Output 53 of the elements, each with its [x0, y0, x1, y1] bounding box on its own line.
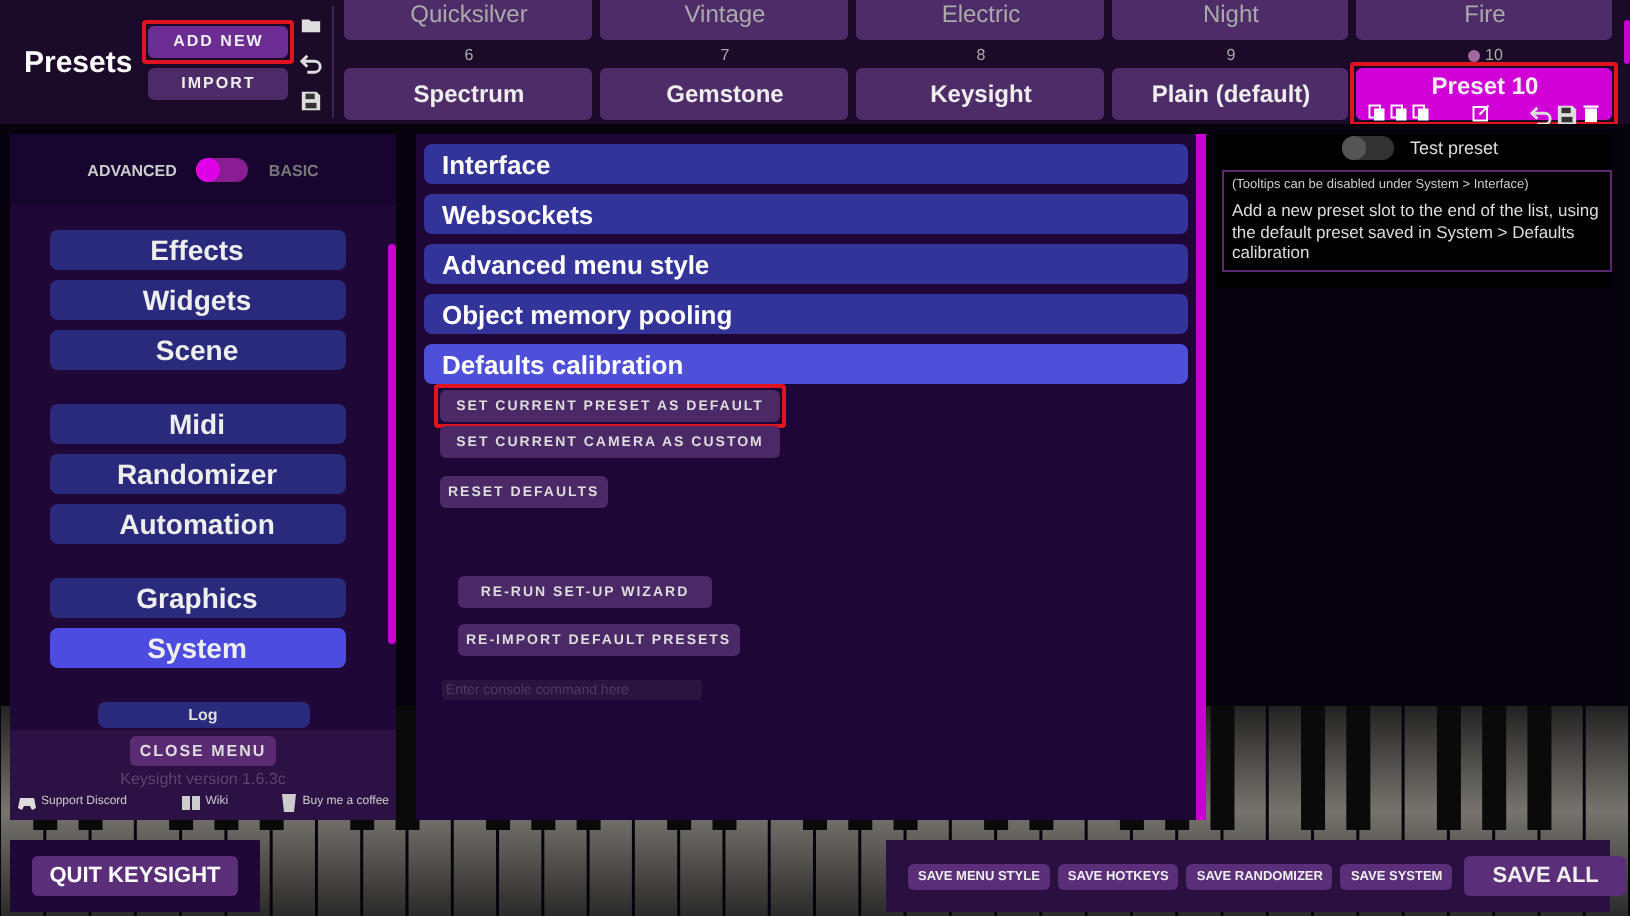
section-header[interactable]: Interface	[424, 144, 1188, 184]
preset-number: 6	[464, 43, 474, 67]
menu-item[interactable]: System	[49, 628, 345, 668]
test-toggle[interactable]	[1342, 136, 1394, 160]
menu-item[interactable]: Scene	[49, 330, 345, 370]
preset-button[interactable]: Vintage	[600, 0, 849, 39]
scrollbar[interactable]	[1196, 134, 1206, 820]
dot-icon	[1467, 49, 1480, 61]
save-icon[interactable]	[300, 89, 323, 111]
preset-button[interactable]: Keysight	[856, 67, 1105, 119]
scrollbar[interactable]	[1624, 20, 1630, 64]
undo-icon[interactable]	[300, 51, 323, 73]
preset-button[interactable]: Plain (default)	[1112, 67, 1349, 119]
preset-button[interactable]: Night	[1112, 0, 1349, 39]
save-icon[interactable]	[1556, 103, 1579, 124]
preset-button[interactable]: Electric	[856, 0, 1105, 39]
test-preset-label: Test preset	[1410, 138, 1499, 158]
presets-title: Presets	[24, 45, 133, 79]
preset-button[interactable]: Gemstone	[600, 67, 849, 119]
preset-button[interactable]: Fire	[1356, 0, 1613, 39]
preset-number: 7	[720, 43, 730, 67]
preset-button[interactable]: Spectrum	[344, 67, 593, 119]
preset-number: 9	[1226, 43, 1236, 67]
menu-item[interactable]: Midi	[49, 404, 345, 444]
mode-label: ADVANCED	[87, 161, 177, 179]
preset-button[interactable]: Preset 10	[1356, 67, 1613, 119]
book-icon	[181, 795, 200, 809]
edit-icon[interactable]	[1471, 103, 1490, 121]
tooltip-text: Add a new preset slot to the end of the list, using the default preset saved in System > Defaults calibration	[1232, 200, 1601, 264]
section-header[interactable]: Object memory pooling	[424, 294, 1188, 334]
section-header[interactable]: Advanced menu style	[424, 244, 1188, 284]
section-header[interactable]: Websockets	[424, 194, 1188, 234]
add-new-button[interactable]: ADD NEW	[148, 25, 289, 57]
menu-item[interactable]: Graphics	[49, 578, 345, 618]
section-header[interactable]: Defaults calibration	[424, 344, 1188, 384]
preset-button[interactable]: Quicksilver	[344, 0, 593, 39]
menu-item[interactable]: Effects	[49, 230, 345, 270]
controller-icon	[17, 795, 35, 809]
menu-item[interactable]: Automation	[49, 504, 345, 544]
preset-number: 10	[1485, 43, 1503, 67]
preset-number: 8	[976, 43, 986, 67]
log-button[interactable]: Log	[97, 702, 309, 728]
close-menu-button[interactable]: CLOSE MENU	[129, 736, 277, 766]
menu-item[interactable]: Randomizer	[49, 454, 345, 494]
mode-label: BASIC	[268, 161, 319, 179]
undo-icon[interactable]	[1530, 103, 1553, 124]
trash-icon[interactable]	[1582, 103, 1601, 121]
mode-toggle[interactable]	[196, 158, 249, 182]
import-button[interactable]: IMPORT	[148, 67, 289, 99]
menu-item[interactable]: Widgets	[49, 280, 345, 320]
save-button[interactable]: SAVE ALL	[1464, 856, 1627, 896]
scrollbar[interactable]	[388, 244, 396, 644]
quit-button[interactable]: QUIT KEYSIGHT	[31, 856, 239, 896]
